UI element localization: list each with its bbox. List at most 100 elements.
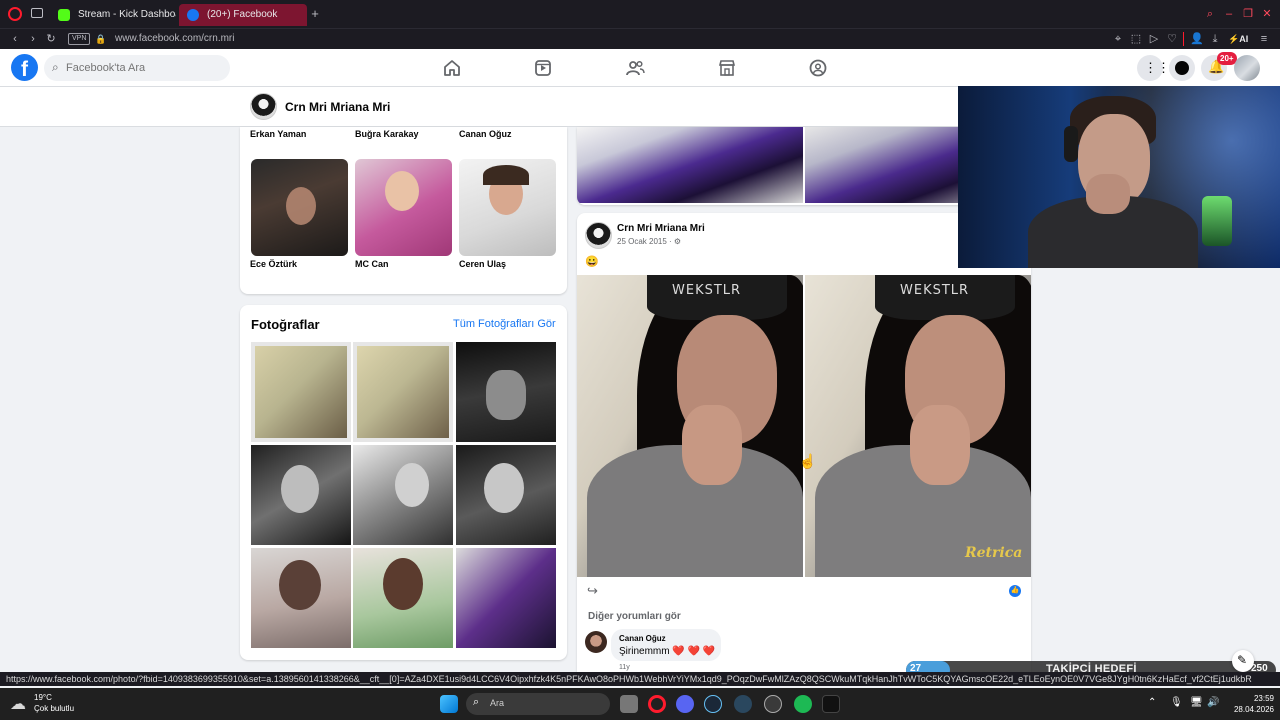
reload-icon[interactable]: ↻ xyxy=(44,32,58,46)
search-box[interactable]: ⌕ xyxy=(44,55,230,81)
tray-chevron-icon[interactable]: ⌃ xyxy=(1148,697,1156,708)
hand-shape xyxy=(682,405,742,485)
video-icon[interactable] xyxy=(532,57,554,79)
photo-thumb[interactable] xyxy=(251,342,351,442)
kick-icon xyxy=(58,9,70,21)
photo-thumb[interactable] xyxy=(456,342,556,442)
messenger-button[interactable] xyxy=(1169,55,1195,81)
photo-content xyxy=(484,463,524,513)
home-icon[interactable] xyxy=(441,57,463,79)
comment-avatar[interactable] xyxy=(585,631,607,653)
face-shape xyxy=(385,171,419,211)
close-window-icon[interactable]: ✕ xyxy=(1260,7,1274,21)
tab-kick-dashboard[interactable]: Stream - Kick Dashboard xyxy=(50,4,176,26)
photo-thumb[interactable] xyxy=(353,342,453,442)
like-icon[interactable]: 👍 xyxy=(1009,585,1021,597)
app-icon-2[interactable] xyxy=(764,695,782,713)
task-view-icon[interactable] xyxy=(620,695,638,713)
weather-temp: 19°C xyxy=(34,693,52,702)
weather-widget[interactable]: ☁ 19°C Çok bulutlu xyxy=(10,691,100,717)
search-input[interactable] xyxy=(66,59,226,77)
photo-thumb[interactable] xyxy=(251,548,351,648)
friend-photo[interactable] xyxy=(459,159,556,256)
comment-bubble: Canan Oğuz Şirinemmm ❤️ ❤️ ❤️ xyxy=(611,629,721,661)
groups-icon[interactable] xyxy=(807,57,829,79)
discord-icon[interactable] xyxy=(676,695,694,713)
volume-icon[interactable]: 🔊 xyxy=(1207,697,1219,708)
app-icon[interactable] xyxy=(734,695,752,713)
streamer-hand xyxy=(1086,174,1130,214)
post-photo-left[interactable]: WEKSTLR xyxy=(577,275,803,577)
photo-thumb[interactable] xyxy=(251,445,351,545)
pin-icon[interactable]: ⌖ xyxy=(1111,32,1125,46)
friend-name[interactable]: Ceren Ulaş xyxy=(459,259,506,269)
address-bar: ‹ › ↻ VPN 🔒 www.facebook.com/crn.mri ⌖ ⬚… xyxy=(0,28,1280,49)
forward-icon[interactable]: › xyxy=(26,32,40,46)
player-icon[interactable]: ▷ xyxy=(1147,32,1161,46)
friend-name[interactable]: MC Can xyxy=(355,259,389,269)
avatar[interactable] xyxy=(1234,55,1260,81)
clock[interactable]: 23:59 28.04.2026 xyxy=(1226,693,1274,715)
search-tabs-icon[interactable]: ⌕ xyxy=(1203,7,1217,21)
webcam-overlay xyxy=(958,86,1280,268)
windows-start-icon[interactable] xyxy=(440,695,458,713)
friend-photo[interactable] xyxy=(251,159,348,256)
profile-name[interactable]: Crn Mri Mriana Mri xyxy=(285,100,390,114)
comment-author[interactable]: Canan Oğuz xyxy=(619,634,666,643)
photo-thumb[interactable] xyxy=(456,548,556,648)
back-icon[interactable]: ‹ xyxy=(8,32,22,46)
photo-content xyxy=(486,370,526,420)
spotify-icon[interactable] xyxy=(794,695,812,713)
edit-post-button[interactable]: ✎ xyxy=(1232,650,1254,672)
menu-grid-button[interactable]: ⋮⋮ xyxy=(1137,55,1170,81)
post-photo-left[interactable] xyxy=(577,127,803,203)
post-photo-right[interactable]: WEKSTLR Retrica xyxy=(805,275,1031,577)
lock-icon[interactable]: 🔒 xyxy=(94,32,108,46)
friends-icon[interactable] xyxy=(624,57,646,79)
friend-name[interactable]: Buğra Karakay xyxy=(355,129,419,139)
menu-icon[interactable]: ≡ xyxy=(1257,32,1271,46)
facebook-header: f ⌕ ⋮⋮ 🔔 20+ xyxy=(0,49,1280,87)
new-tab-icon[interactable]: + xyxy=(308,7,322,21)
maximize-icon[interactable]: ❐ xyxy=(1241,7,1255,21)
tab-facebook[interactable]: (20+) Facebook xyxy=(179,4,307,26)
photos-card: Fotoğraflar Tüm Fotoğrafları Gör xyxy=(240,305,567,660)
photo-thumb[interactable] xyxy=(353,445,453,545)
see-all-photos-link[interactable]: Tüm Fotoğrafları Gör xyxy=(453,318,556,330)
profile-avatar[interactable] xyxy=(250,93,277,120)
taskbar-search[interactable]: ⌕ Ara xyxy=(466,693,610,715)
more-comments-link[interactable]: Diğer yorumları gör xyxy=(588,611,681,622)
photo-content xyxy=(279,560,321,610)
opera-logo-icon[interactable] xyxy=(8,7,22,21)
network-icon[interactable]: 🖥 xyxy=(1190,697,1203,708)
friend-name[interactable]: Ece Öztürk xyxy=(250,259,297,269)
download-icon[interactable]: ⤓ xyxy=(1208,32,1222,46)
obs-icon[interactable] xyxy=(822,695,840,713)
mouse-cursor-icon: ☝ xyxy=(799,453,817,469)
steam-icon[interactable] xyxy=(704,695,722,713)
share-icon[interactable]: ↪ xyxy=(587,583,598,599)
friend-name[interactable]: Erkan Yaman xyxy=(250,129,306,139)
beanie-text: WEKSTLR xyxy=(900,283,970,298)
opera-taskbar-icon[interactable] xyxy=(648,695,666,713)
photo-thumb[interactable] xyxy=(353,548,453,648)
photo-content xyxy=(255,346,347,438)
post-author-avatar[interactable] xyxy=(585,222,612,249)
friend-name[interactable]: Canan Oğuz xyxy=(459,129,512,139)
account-icon[interactable]: 👤 xyxy=(1190,32,1204,46)
minimize-icon[interactable]: – xyxy=(1222,7,1236,21)
workspaces-icon[interactable] xyxy=(31,8,43,18)
snapshot-icon[interactable]: ⬚ xyxy=(1129,32,1143,46)
photo-thumb[interactable] xyxy=(456,445,556,545)
post-date[interactable]: 25 Ocak 2015 · xyxy=(617,237,674,246)
post-author-name[interactable]: Crn Mri Mriana Mri xyxy=(617,223,705,234)
aria-ai-button[interactable]: ⚡AI xyxy=(1228,32,1248,46)
url-field[interactable]: www.facebook.com/crn.mri xyxy=(115,32,234,46)
facebook-logo-icon[interactable]: f xyxy=(11,54,38,81)
vpn-badge[interactable]: VPN xyxy=(68,33,91,45)
marketplace-icon[interactable] xyxy=(716,57,738,79)
microphone-icon[interactable]: 🎙 xyxy=(1170,697,1183,708)
friend-photo[interactable] xyxy=(355,159,452,256)
heart-icon[interactable]: ♡ xyxy=(1165,32,1179,46)
photo-content xyxy=(395,463,429,507)
